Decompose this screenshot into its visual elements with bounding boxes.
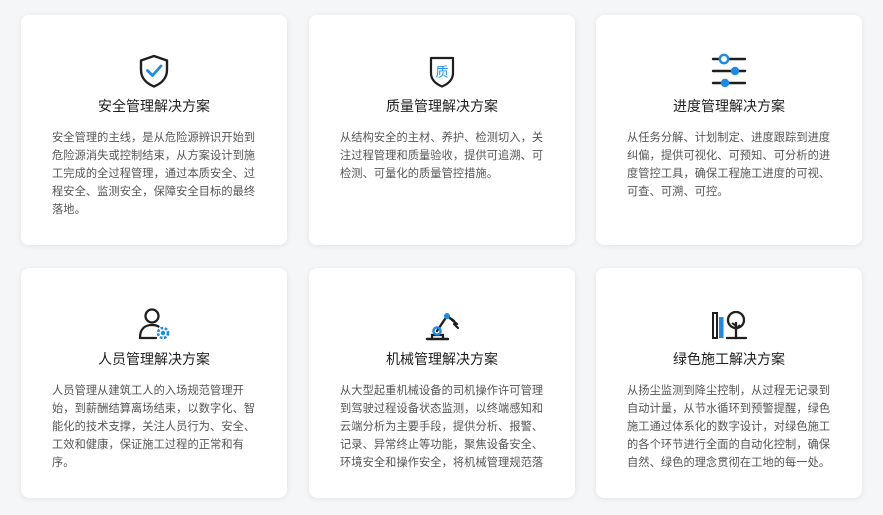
green-tree-icon — [709, 304, 749, 344]
card-description: 从扬尘监测到降尘控制，从过程无记录到自动计量，从节水循环到预警提醒，绿色施工通过… — [627, 384, 831, 469]
quality-badge-icon: 质 — [422, 51, 462, 91]
card-title: 人员管理解决方案 — [98, 352, 210, 368]
card-title: 质量管理解决方案 — [386, 99, 498, 115]
robot-arm-icon — [422, 304, 462, 344]
worker-gear-icon — [134, 304, 174, 344]
card-safety[interactable]: 安全管理解决方案 安全管理的主线，是从危险源辨识开始到危险源消失或控制结束，从方… — [21, 15, 287, 245]
card-description: 安全管理的主线，是从危险源辨识开始到危险源消失或控制结束，从方案设计到施工完成的… — [52, 131, 256, 216]
card-title: 机械管理解决方案 — [386, 352, 498, 368]
card-personnel[interactable]: 人员管理解决方案 人员管理从建筑工人的入场规范管理开始，到薪酬结算离场结束，以数… — [21, 268, 287, 498]
solutions-grid: 安全管理解决方案 安全管理的主线，是从危险源辨识开始到危险源消失或控制结束，从方… — [0, 0, 883, 515]
card-green[interactable]: 绿色施工解决方案 从扬尘监测到降尘控制，从过程无记录到自动计量，从节水循环到预警… — [596, 268, 862, 498]
quality-badge-text: 质 — [435, 66, 448, 81]
card-quality[interactable]: 质 质量管理解决方案 从结构安全的主材、养护、检测切入，关注过程管理和质量验收，… — [309, 15, 575, 245]
shield-check-icon — [134, 51, 174, 91]
card-description: 从结构安全的主材、养护、检测切入，关注过程管理和质量验收，提供可追溯、可检测、可… — [340, 131, 544, 180]
card-description: 人员管理从建筑工人的入场规范管理开始，到薪酬结算离场结束，以数字化、智能化的技术… — [52, 384, 256, 469]
card-title: 绿色施工解决方案 — [673, 352, 785, 368]
card-progress[interactable]: 进度管理解决方案 从任务分解、计划制定、进度跟踪到进度纠偏，提供可视化、可预知、… — [596, 15, 862, 245]
card-title: 进度管理解决方案 — [673, 99, 785, 115]
card-description: 从任务分解、计划制定、进度跟踪到进度纠偏，提供可视化、可预知、可分析的进度管控工… — [627, 131, 831, 198]
card-description: 从大型起重机械设备的司机操作许可管理到驾驶过程设备状态监测，以终端感知和云端分析… — [340, 384, 544, 469]
card-machinery[interactable]: 机械管理解决方案 从大型起重机械设备的司机操作许可管理到驾驶过程设备状态监测，以… — [309, 268, 575, 498]
sliders-icon — [709, 51, 749, 91]
card-title: 安全管理解决方案 — [98, 99, 210, 115]
